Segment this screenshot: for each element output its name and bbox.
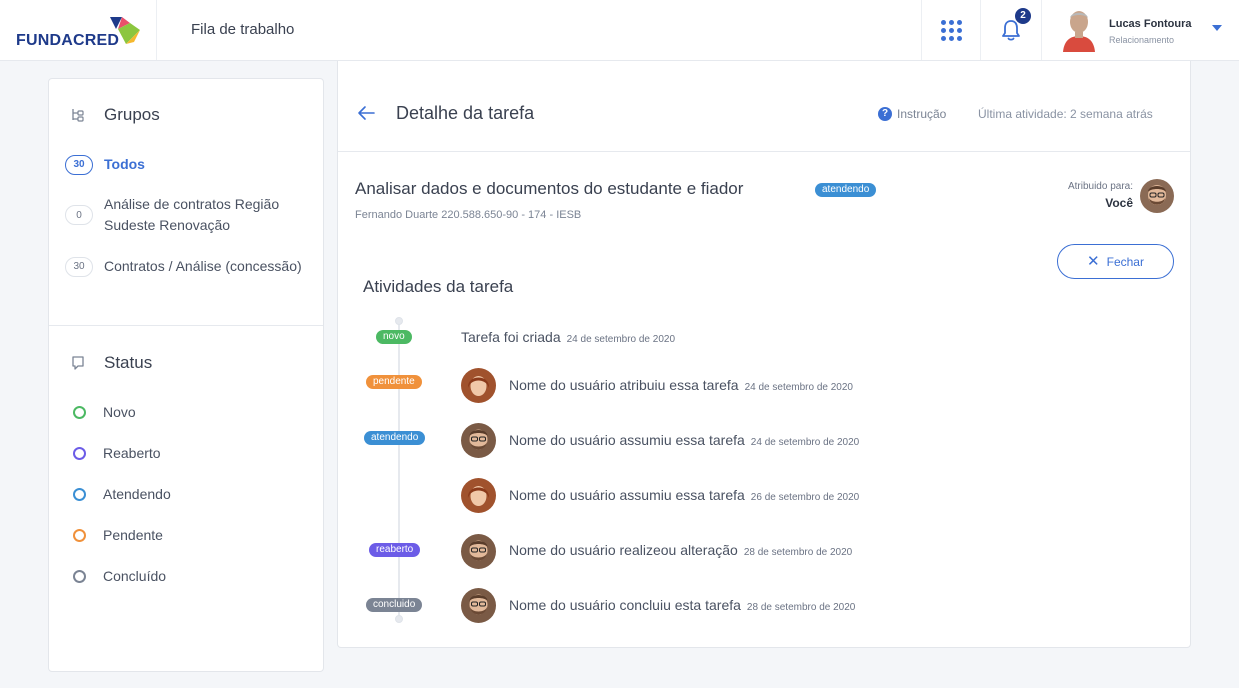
chevron-down-icon	[1212, 25, 1222, 31]
sidebar-divider	[49, 325, 323, 326]
activity-date: 24 de setembro de 2020	[744, 382, 853, 393]
status-ring-icon	[73, 569, 86, 583]
activity-tag: novo	[376, 330, 412, 344]
group-item-analise-sudeste[interactable]: 0 Análise de contratos Região Sudeste Re…	[65, 194, 309, 236]
activity-text: Nome do usuário concluiu esta tarefa	[509, 597, 741, 613]
group-item-contratos-analise[interactable]: 30 Contratos / Análise (concessão)	[65, 256, 309, 277]
status-item-pendente[interactable]: Pendente	[73, 527, 163, 543]
activity-text: Nome do usuário atribuiu essa tarefa	[509, 377, 739, 393]
assigned-label: Atribuido para:	[1067, 181, 1133, 192]
user-menu[interactable]: Lucas Fontoura Relacionamento	[1042, 0, 1239, 60]
status-label: Pendente	[103, 527, 163, 543]
notification-badge: 2	[1015, 8, 1031, 24]
arrow-left-icon	[358, 106, 375, 120]
user-avatar-woman	[461, 478, 496, 513]
activity-tag: concluido	[366, 598, 423, 612]
instruction-label: Instrução	[897, 107, 947, 121]
status-ring-icon	[73, 405, 86, 419]
group-item-todos[interactable]: 30 Todos	[65, 154, 309, 175]
activity-item: Nome do usuário assumiu essa tarefa 26 de…	[509, 487, 859, 503]
status-ring-icon	[73, 528, 86, 542]
activity-item: Nome do usuário atribuiu essa tarefa 24 d…	[509, 377, 853, 393]
group-label: Todos	[104, 156, 145, 172]
user-role: Relacionamento	[1109, 35, 1175, 45]
activity-text: Nome do usuário realizeou alteração	[509, 542, 738, 558]
status-label: Atendendo	[103, 486, 171, 502]
sidebar: Grupos 30 Todos 0 Análise de contratos R…	[48, 78, 324, 672]
activity-text: Nome do usuário assumiu essa tarefa	[509, 487, 745, 503]
activity-date: 28 de setembro de 2020	[743, 547, 853, 558]
activity-item: Tarefa foi criada 24 de setembro de 2020	[461, 329, 675, 345]
activity-item: Nome do usuário concluiu esta tarefa 28 d…	[509, 597, 855, 613]
back-button[interactable]	[356, 103, 376, 128]
tag-icon	[71, 355, 87, 371]
status-item-novo[interactable]: Novo	[73, 404, 136, 420]
activity-text: Nome do usuário assumiu essa tarefa	[509, 432, 745, 448]
group-count: 30	[65, 154, 93, 175]
instruction-link[interactable]: ? Instrução	[878, 107, 946, 121]
page-title: Fila de trabalho	[191, 21, 295, 38]
tree-icon	[71, 107, 87, 123]
activity-text: Tarefa foi criada	[461, 329, 561, 345]
timeline-line	[398, 321, 400, 619]
user-avatar-woman	[461, 368, 496, 403]
user-avatar-man	[461, 588, 496, 623]
status-ring-icon	[73, 487, 86, 501]
status-ring-icon	[73, 446, 86, 460]
apps-menu-button[interactable]	[922, 0, 980, 60]
header-divider	[156, 0, 157, 60]
fundacred-logo[interactable]: FUNDACRED	[16, 14, 146, 49]
activity-tag: atendendo	[364, 431, 426, 445]
timeline-end-dot	[395, 615, 403, 623]
user-avatar-man	[461, 423, 496, 458]
status-header: Status	[71, 353, 152, 373]
status-item-concluido[interactable]: Concluído	[73, 568, 166, 584]
assigned-to: Você	[1105, 196, 1133, 210]
activities-title: Atividades da tarefa	[363, 277, 514, 296]
task-detail-panel: Detalhe da tarefa ? Instrução Última ati…	[337, 61, 1191, 648]
group-label: Análise de contratos Região Sudeste Reno…	[104, 196, 280, 233]
groups-title: Grupos	[104, 105, 160, 124]
status-item-reaberto[interactable]: Reaberto	[73, 445, 161, 461]
activity-item: Nome do usuário realizeou alteração 28 de…	[509, 542, 852, 558]
panel-divider	[338, 151, 1190, 152]
activity-tag: reaberto	[369, 543, 421, 557]
user-avatar-man	[461, 534, 496, 569]
user-name: Lucas Fontoura	[1109, 18, 1192, 30]
status-label: Reaberto	[103, 445, 161, 461]
activity-date: 28 de setembro de 2020	[746, 602, 856, 613]
top-bar: FUNDACRED Fila de trabalho 2 Lucas Fonto…	[0, 0, 1239, 61]
question-icon: ?	[878, 107, 892, 121]
group-count: 0	[65, 205, 93, 225]
task-title: Analisar dados e documentos do estudante…	[355, 179, 744, 198]
task-subtitle: Fernando Duarte 220.588.650-90 - 174 - I…	[355, 209, 582, 221]
group-label: Contratos / Análise (concessão)	[104, 258, 302, 274]
detail-title: Detalhe da tarefa	[396, 103, 535, 123]
status-label: Concluído	[103, 568, 167, 584]
group-count: 30	[65, 256, 93, 277]
status-item-atendendo[interactable]: Atendendo	[73, 486, 171, 502]
user-avatar	[1063, 11, 1095, 52]
close-label: Fechar	[1106, 254, 1144, 269]
task-status-badge: atendendo	[815, 183, 877, 197]
timeline-start-dot	[395, 317, 403, 325]
close-task-button[interactable]: ✕ Fechar	[1057, 244, 1174, 279]
activity-tag: pendente	[366, 375, 422, 389]
activity-item: Nome do usuário assumiu essa tarefa 24 de…	[509, 432, 859, 448]
apps-grid-icon	[940, 19, 962, 41]
assignee-avatar[interactable]	[1140, 179, 1174, 213]
status-title: Status	[104, 353, 153, 372]
last-activity-text: Última atividade: 2 semana atrás	[978, 107, 1153, 121]
close-icon: ✕	[1087, 253, 1100, 270]
notifications-button[interactable]: 2	[981, 0, 1041, 60]
status-label: Novo	[103, 404, 136, 420]
activity-date: 24 de setembro de 2020	[750, 437, 860, 448]
activity-date: 26 de setembro de 2020	[750, 492, 860, 503]
logo-mark-icon	[110, 17, 140, 44]
activity-date: 24 de setembro de 2020	[566, 334, 676, 345]
groups-header: Grupos	[71, 105, 160, 125]
